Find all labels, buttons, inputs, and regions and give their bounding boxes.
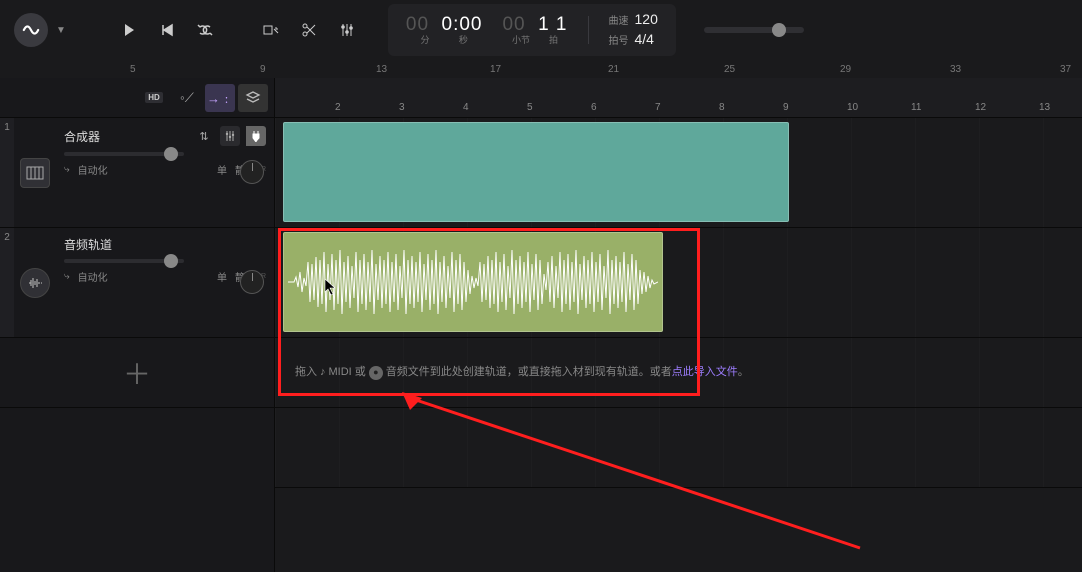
track-fx-button[interactable] xyxy=(220,126,240,146)
track-number: 2 xyxy=(0,228,14,337)
chevron-down-icon[interactable]: ▼ xyxy=(56,25,66,36)
bar-beat-readout[interactable]: 00 1 1 小节拍 xyxy=(502,14,567,46)
track-name[interactable]: 合成器 xyxy=(64,128,188,145)
snap-toggle[interactable]: →﹕ xyxy=(205,84,235,112)
add-track-button[interactable]: ＋ xyxy=(0,338,274,408)
loop-button[interactable] xyxy=(190,15,220,45)
audio-icon: ● xyxy=(369,366,383,380)
settings-sliders-button[interactable] xyxy=(332,15,362,45)
drop-zone[interactable]: 拖入 ♪ MIDI 或 ● 音频文件到此处创建轨道，或直接拖入 材到现有轨道。或… xyxy=(275,338,1082,408)
layers-toggle[interactable] xyxy=(238,84,268,112)
timeline-lane-1[interactable] xyxy=(275,118,1082,228)
synth-clip[interactable] xyxy=(283,122,789,222)
chevron-icon[interactable]: ⤷ xyxy=(64,271,70,282)
chevron-icon[interactable]: ⤷ xyxy=(64,164,70,175)
pan-knob[interactable] xyxy=(240,160,264,184)
solo-button[interactable]: 单 xyxy=(217,269,227,284)
audio-clip[interactable] xyxy=(283,232,663,332)
automation-toggle[interactable]: 自动化 xyxy=(78,269,108,284)
top-toolbar: ▼ 00 0:00 分秒 00 1 1 小节拍 曲速120 拍号4/4 xyxy=(0,0,1082,60)
cursor-icon xyxy=(324,278,338,296)
rewind-button[interactable] xyxy=(152,15,182,45)
scissors-button[interactable] xyxy=(294,15,324,45)
timeline-ruler[interactable]: 2 3 4 5 6 7 8 9 10 11 12 13 xyxy=(275,78,1082,118)
play-button[interactable] xyxy=(114,15,144,45)
automation-view-toggle[interactable]: ◦⟋ xyxy=(172,84,202,112)
overview-ruler[interactable]: 5 9 13 17 21 25 29 33 37 xyxy=(0,60,1082,78)
track-header-panel: HD ◦⟋ →﹕ 1 合成器 ⇅ xyxy=(0,78,275,572)
solo-button[interactable]: 单 xyxy=(217,162,227,177)
track-name[interactable]: 音频轨道 xyxy=(64,236,266,253)
expand-icon[interactable]: ⇅ xyxy=(194,126,214,146)
volume-slider[interactable] xyxy=(64,259,184,263)
zoom-slider[interactable] xyxy=(704,27,804,33)
timeline-lane-empty[interactable] xyxy=(275,408,1082,488)
select-tool-button[interactable] xyxy=(256,15,286,45)
track-number: 1 xyxy=(0,118,14,227)
track-view-tools: HD ◦⟋ →﹕ xyxy=(0,78,274,118)
wave-icon[interactable] xyxy=(20,268,50,298)
app-logo[interactable] xyxy=(14,13,48,47)
timeline-area: 2 3 4 5 6 7 8 9 10 11 12 13 xyxy=(275,78,1082,572)
track-header-2[interactable]: 2 音频轨道 ⤷ 自动化 单 静 LR xyxy=(0,228,274,338)
pan-knob[interactable] xyxy=(240,270,264,294)
volume-slider[interactable] xyxy=(64,152,184,156)
time-readout[interactable]: 00 0:00 分秒 xyxy=(406,14,483,46)
hd-toggle[interactable]: HD xyxy=(139,84,169,112)
transport-readout: 00 0:00 分秒 00 1 1 小节拍 曲速120 拍号4/4 xyxy=(388,4,676,55)
import-file-link[interactable]: 点此导入文件 xyxy=(672,363,738,383)
music-note-icon: ♪ xyxy=(320,363,326,383)
track-header-1[interactable]: 1 合成器 ⇅ ⤷ 自动化 xyxy=(0,118,274,228)
tempo-sig-readout[interactable]: 曲速120 拍号4/4 xyxy=(609,10,658,49)
automation-toggle[interactable]: 自动化 xyxy=(78,162,108,177)
timeline-lane-2[interactable] xyxy=(275,228,1082,338)
plug-icon[interactable] xyxy=(246,126,266,146)
piano-icon[interactable] xyxy=(20,158,50,188)
